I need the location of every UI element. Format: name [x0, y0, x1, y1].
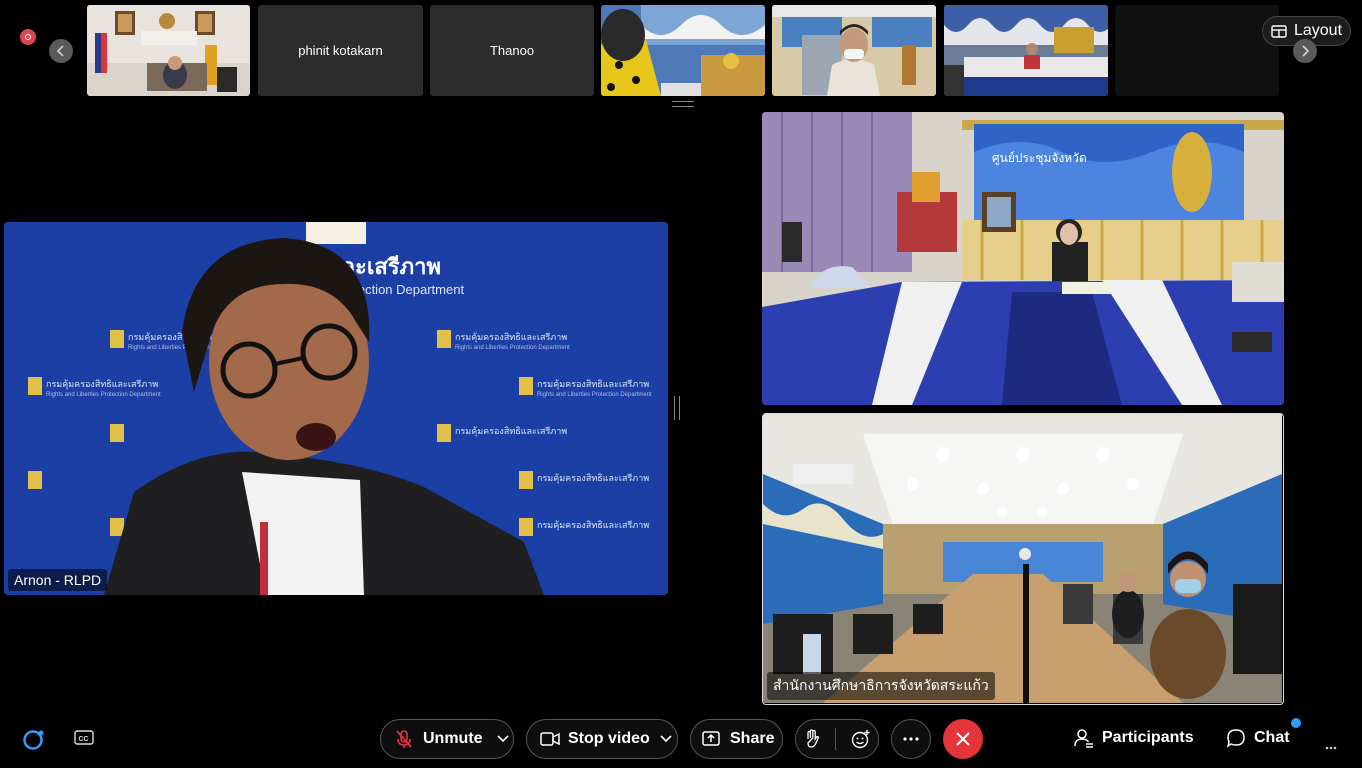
participant-thumbnail[interactable]	[601, 5, 765, 96]
video-camera-icon	[540, 732, 560, 746]
share-label: Share	[730, 730, 775, 747]
participant-thumbnail[interactable]	[944, 5, 1108, 96]
participants-label: Participants	[1102, 729, 1194, 746]
chat-button[interactable]: Chat	[1226, 728, 1290, 748]
thumbnails-prev-button[interactable]	[49, 39, 73, 63]
reactions-group	[795, 719, 879, 759]
stop-video-control[interactable]: Stop video	[526, 719, 678, 759]
more-options-button[interactable]	[891, 719, 931, 759]
more-horizontal-icon	[1325, 746, 1337, 750]
backdrop-logo-text: กรมคุ้มครองสิทธิและเสรีภาพ	[455, 426, 567, 437]
layout-label: Layout	[1293, 22, 1343, 39]
participants-icon	[1074, 729, 1093, 748]
stop-video-button[interactable]: Stop video	[568, 730, 650, 748]
participant-thumbnail[interactable]: Thanoo	[430, 5, 594, 96]
strip-resize-handle[interactable]	[672, 101, 694, 107]
participant-thumbnail[interactable]	[772, 5, 936, 96]
participant-thumbnail[interactable]: phinit kotakarn	[258, 5, 423, 96]
main-video-tile[interactable]: กรมคุ้มครองสิทธิและเสรีภาพ กรมคุ้มครองสิ…	[4, 222, 668, 595]
participant-name: phinit kotakarn	[298, 43, 383, 58]
participant-name-tag: สำนักงานศึกษาธิการจังหวัดสระแก้ว	[767, 672, 995, 700]
chat-label: Chat	[1254, 729, 1290, 746]
main-video-feed: กรมคุ้มครองสิทธิและเสรีภาพ กรมคุ้มครองสิ…	[4, 222, 668, 595]
unmute-control[interactable]: Unmute	[380, 719, 514, 759]
participant-name-tag: Arnon - RLPD	[8, 569, 108, 591]
video-tile[interactable]: ศูนย์ประชุมจังหวัด	[762, 112, 1284, 405]
webex-logo-icon	[22, 729, 46, 756]
banner-text: ศูนย์ประชุมจังหวัด	[992, 151, 1087, 166]
participants-button[interactable]: Participants	[1074, 728, 1194, 748]
chevron-down-icon[interactable]	[496, 735, 509, 743]
close-icon	[956, 732, 970, 746]
chat-unread-indicator	[1291, 718, 1301, 728]
participant-thumbnail[interactable]	[1115, 5, 1279, 96]
more-horizontal-icon	[903, 737, 919, 741]
raise-hand-icon[interactable]	[804, 729, 820, 749]
overflow-menu-button[interactable]	[1325, 737, 1337, 755]
chevron-down-icon[interactable]	[660, 735, 672, 743]
panel-resize-handle[interactable]	[674, 396, 680, 420]
microphone-muted-icon	[396, 730, 412, 748]
video-feed	[763, 414, 1282, 703]
backdrop-logo-text: กรมคุ้มครองสิทธิและเสรีภาพ	[455, 332, 567, 343]
backdrop-logo-subtext: Rights and Liberties Protection Departme…	[537, 392, 652, 398]
svg-text:CC: CC	[79, 736, 89, 743]
participant-name: Thanoo	[489, 43, 535, 58]
thumbnails-next-button[interactable]	[1293, 39, 1317, 63]
share-button[interactable]: Share	[690, 719, 783, 759]
backdrop-logo-subtext: Rights and Liberties Protection Departme…	[455, 345, 570, 351]
closed-captions-icon: CC	[74, 730, 94, 745]
unmute-button[interactable]: Unmute	[423, 730, 483, 748]
backdrop-logo-subtext: Rights and Liberties Protection Departme…	[46, 392, 161, 398]
leave-meeting-button[interactable]	[943, 719, 983, 759]
closed-captions-button[interactable]: CC	[74, 730, 94, 751]
backdrop-logo-text: กรมคุ้มครองสิทธิและเสรีภาพ	[537, 379, 649, 390]
backdrop-logo-text: กรมคุ้มครองสิทธิและเสรีภาพ	[46, 379, 158, 390]
video-feed: ศูนย์ประชุมจังหวัด	[762, 112, 1284, 405]
video-tile[interactable]: สำนักงานศึกษาธิการจังหวัดสระแก้ว	[762, 413, 1284, 705]
participant-thumbnail[interactable]	[87, 5, 250, 96]
recording-indicator-icon	[20, 29, 36, 45]
chat-bubble-icon	[1226, 729, 1245, 748]
share-screen-icon	[702, 731, 720, 746]
backdrop-logo-text: กรมคุ้มครองสิทธิและเสรีภาพ	[537, 520, 649, 531]
layout-icon	[1271, 24, 1287, 38]
reactions-emoji-icon[interactable]	[851, 729, 871, 749]
backdrop-logo-text: กรมคุ้มครองสิทธิและเสรีภาพ	[537, 473, 649, 484]
